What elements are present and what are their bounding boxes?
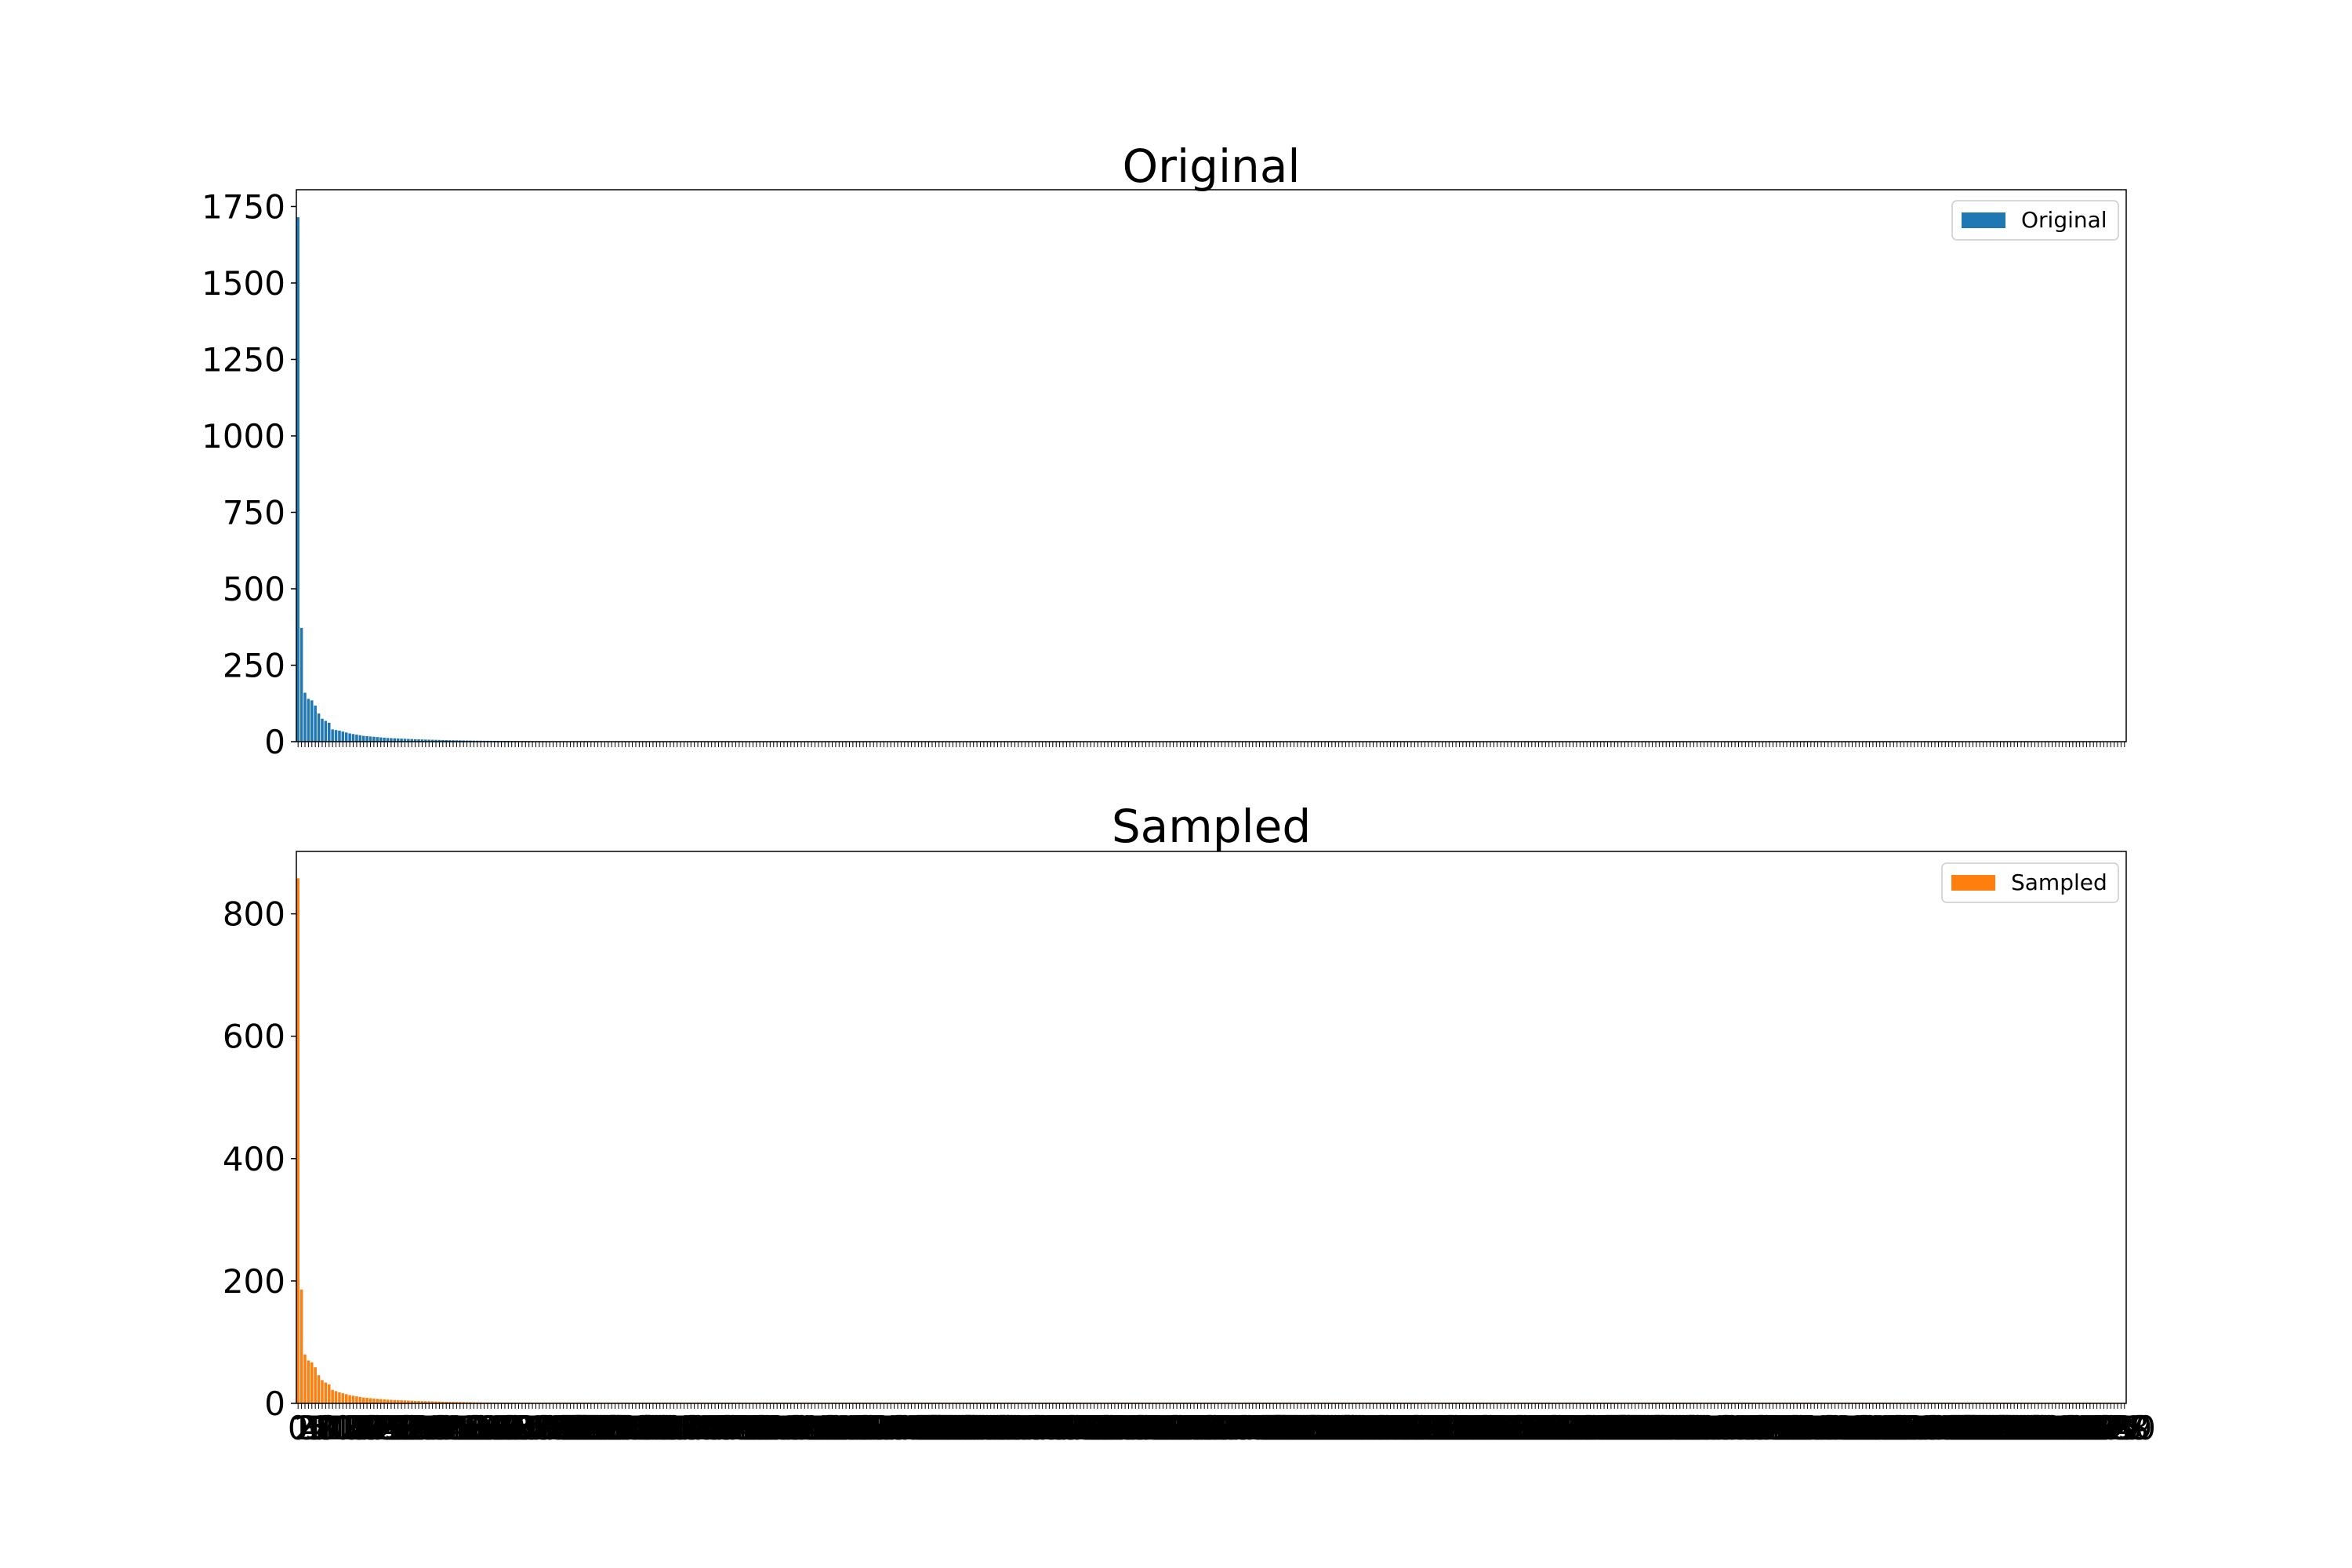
bar-1-2 (303, 1354, 307, 1403)
bar-0-3 (307, 699, 310, 742)
bar-0-20 (365, 735, 368, 742)
original-legend-label: Original (2021, 207, 2107, 233)
y-tick-label: 1000 (201, 417, 285, 456)
x-tick-label: 530 (2093, 1409, 2156, 1447)
bar-0-12 (338, 730, 341, 742)
original-chart-title: Original (1123, 140, 1301, 193)
y-tick-label: 500 (223, 570, 285, 608)
sampled-legend: Sampled (1941, 862, 2119, 903)
y-tick-label: 0 (264, 1385, 285, 1423)
bar-1-3 (307, 1360, 310, 1403)
y-tick-label: 400 (223, 1140, 285, 1178)
bar-0-21 (368, 736, 372, 742)
original-legend: Original (1951, 200, 2119, 241)
bar-1-17 (355, 1396, 358, 1403)
bar-0-6 (317, 713, 321, 742)
bar-1-4 (310, 1362, 314, 1403)
bar-0-16 (351, 734, 355, 742)
figure: Original 0 250 500 750 1000 1250 1500 1750 Orig… (0, 0, 2352, 1568)
bar-1-16 (351, 1396, 355, 1403)
bar-1-12 (338, 1392, 341, 1403)
bar-0-14 (344, 732, 348, 742)
y-tick-label: 250 (223, 646, 285, 684)
bar-0-2 (303, 692, 307, 742)
bar-0-5 (314, 705, 317, 742)
y-tick-label: 200 (223, 1262, 285, 1301)
y-tick-label: 600 (223, 1018, 285, 1056)
bar-0-19 (361, 735, 365, 742)
bar-1-21 (368, 1398, 372, 1403)
bar-1-10 (331, 1389, 334, 1403)
bar-0-11 (334, 730, 338, 742)
sampled-legend-swatch (1951, 875, 1995, 891)
y-tick-label: 800 (223, 895, 285, 934)
bar-0-1 (299, 627, 303, 742)
original-legend-swatch (1962, 212, 2005, 228)
bar-0-7 (321, 718, 324, 742)
bar-1-19 (361, 1397, 365, 1403)
bar-0-0 (296, 217, 299, 742)
bar-0-23 (376, 737, 379, 742)
bar-0-22 (372, 736, 376, 742)
y-tick-label: 1750 (201, 187, 285, 226)
y-tick-label: 0 (264, 723, 285, 761)
bar-1-0 (296, 878, 299, 1403)
bar-0-15 (348, 733, 351, 742)
bar-1-5 (314, 1367, 317, 1403)
bar-1-25 (383, 1399, 386, 1403)
bar-1-6 (317, 1375, 321, 1403)
sampled-x-ticks: 0123456789101112131415161718192021222324… (288, 1403, 2156, 1447)
bar-1-23 (376, 1399, 379, 1403)
bar-0-17 (355, 735, 358, 742)
bar-0-10 (331, 729, 334, 742)
bar-0-25 (383, 737, 386, 742)
bar-1-14 (344, 1394, 348, 1403)
bar-1-13 (341, 1393, 345, 1403)
bar-0-4 (310, 700, 314, 742)
sampled-legend-label: Sampled (2011, 869, 2107, 895)
bar-0-8 (324, 720, 328, 742)
bar-0-9 (328, 722, 331, 742)
y-tick-label: 1250 (201, 340, 285, 379)
bar-1-22 (372, 1398, 376, 1403)
bar-1-18 (358, 1396, 362, 1403)
bar-1-8 (324, 1382, 328, 1403)
bar-1-9 (328, 1384, 331, 1403)
sampled-chart-title: Sampled (1112, 800, 1311, 853)
bar-0-13 (341, 731, 345, 742)
bar-0-24 (379, 737, 383, 742)
bar-1-24 (379, 1399, 383, 1403)
bar-1-11 (334, 1391, 338, 1403)
bar-1-1 (299, 1289, 303, 1403)
bar-0-18 (358, 735, 362, 742)
bar-1-20 (365, 1397, 368, 1403)
bar-1-15 (348, 1395, 351, 1403)
y-tick-label: 750 (223, 493, 285, 532)
y-tick-label: 1500 (201, 264, 285, 303)
bar-1-7 (321, 1380, 324, 1403)
